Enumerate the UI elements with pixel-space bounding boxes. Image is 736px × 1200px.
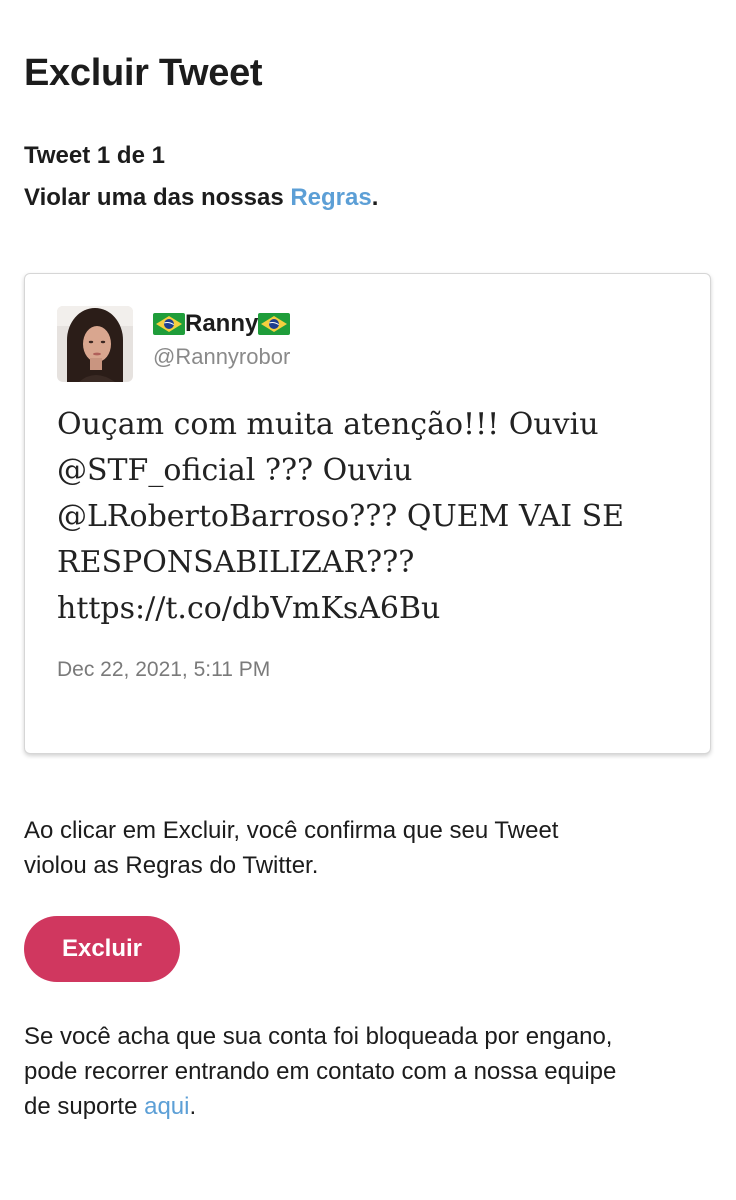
tweet-timestamp: Dec 22, 2021, 5:11 PM (57, 658, 271, 681)
tweet-text-line: Ouçam com muita atenção!!! Ouviu (57, 407, 599, 442)
support-line: pode recorrer entrando em contato com a … (24, 1058, 617, 1085)
support-line: Se você acha que sua conta foi bloqueada… (24, 1023, 613, 1050)
delete-button[interactable]: Excluir (24, 916, 180, 982)
reason-prefix: Violar uma das nossas (24, 184, 291, 211)
tweet-link[interactable]: https://t.co/dbVmKsA6Bu (57, 586, 687, 632)
tweet-text: Ouçam com muita atenção!!! Ouviu @STF_of… (57, 402, 687, 632)
reason-suffix: . (371, 184, 379, 211)
support-link[interactable]: aqui (144, 1093, 189, 1120)
tweet-card: Ranny @Rannyrobor Ouçam com muita atençã… (24, 273, 711, 754)
avatar (57, 306, 133, 382)
tweet-count: Tweet 1 de 1 (24, 142, 165, 169)
support-line: de suporte aqui. (24, 1089, 724, 1124)
author-handle[interactable]: @Rannyrobor (153, 344, 290, 370)
rules-link[interactable]: Regras (290, 184, 371, 211)
confirmation-notice: Ao clicar em Excluir, você confirma que … (24, 813, 714, 883)
tweet-text-line: @LRobertoBarroso??? QUEM VAI SE (57, 499, 625, 534)
confirmation-line: Ao clicar em Excluir, você confirma que … (24, 817, 559, 844)
confirmation-line: violou as Regras do Twitter. (24, 852, 319, 879)
brazil-flag-icon (258, 313, 291, 335)
delete-tweet-page: Excluir Tweet Tweet 1 de 1 Violar uma da… (0, 0, 736, 1200)
author-name[interactable]: Ranny (153, 310, 291, 338)
tweet-text-line: @STF_oficial ??? Ouviu (57, 453, 413, 488)
author-name-text: Ranny (185, 310, 259, 337)
brazil-flag-icon (153, 313, 185, 335)
tweet-text-line: RESPONSABILIZAR??? (57, 545, 415, 580)
support-suffix: . (189, 1093, 197, 1120)
violation-reason: Violar uma das nossas Regras. (24, 184, 378, 212)
support-notice: Se você acha que sua conta foi bloqueada… (24, 1019, 724, 1124)
support-prefix: de suporte (24, 1093, 145, 1120)
page-title: Excluir Tweet (24, 52, 263, 94)
